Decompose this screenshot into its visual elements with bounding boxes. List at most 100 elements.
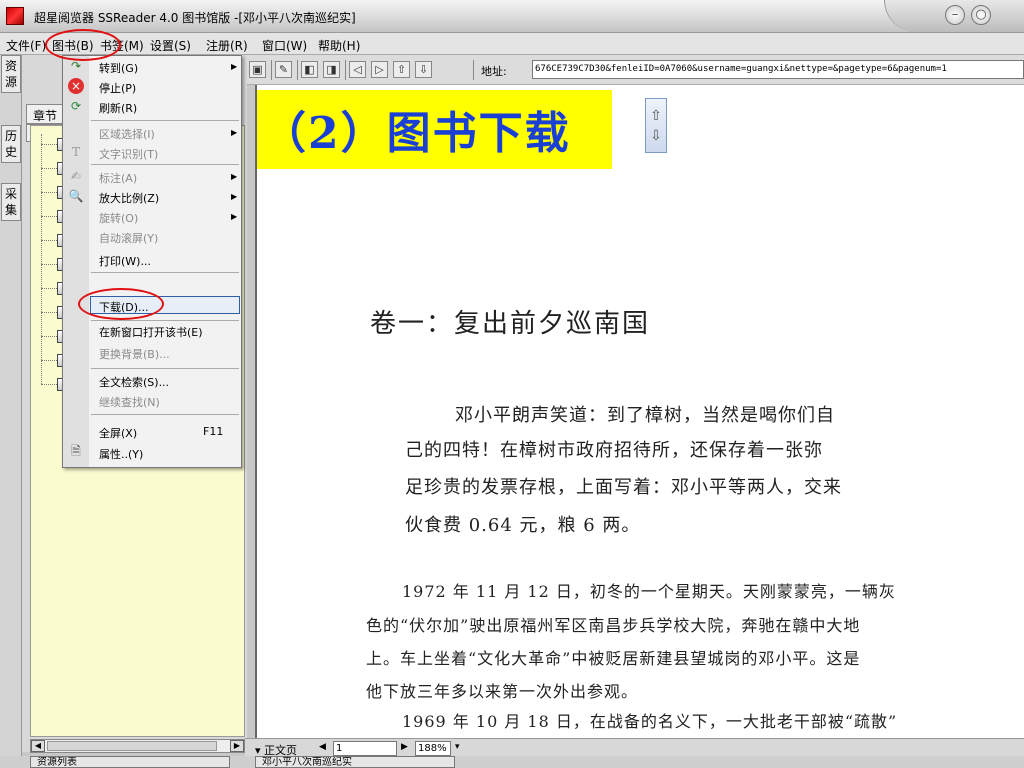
menu-item-region-select[interactable]: 区域选择(I): [99, 126, 155, 142]
address-input[interactable]: 676CE739C7D30&fenleiID=0A7060&username=g…: [532, 60, 1024, 79]
page-up-icon[interactable]: ⇧: [393, 61, 410, 78]
paragraph-line: 伙食费 0.64 元，粮 6 两。: [405, 515, 641, 536]
slide-banner-text: （2）图书下载: [262, 108, 571, 159]
menu-separator: [91, 120, 239, 121]
prev-chapter-icon[interactable]: ◧: [301, 61, 318, 78]
submenu-arrow-icon: ▶: [231, 172, 238, 181]
paragraph-line: 上。车上坐着“文化大革命”中被贬居新建县望城岗的邓小平。这是: [366, 649, 861, 668]
left-vertical-tabs: 资源 历史 采集: [0, 55, 22, 768]
menu-item-annotate[interactable]: 标注(A): [99, 170, 137, 186]
menu-settings[interactable]: 设置(S): [150, 37, 191, 54]
prev-page-icon[interactable]: ◀: [319, 742, 326, 752]
toolbar: ▣ ✎ ◧ ◨ ◁ ▷ ⇧ ⇩ 地址: 676CE739C7D30&fenlei…: [245, 55, 1024, 85]
paragraph-line: 色的“伏尔加”驶出原福州军区南昌步兵学校大院，奔驰在赣中大地: [366, 616, 861, 635]
paragraph-line: 1969 年 10 月 18 日，在战备的名义下，一大批老干部被“疏散”: [402, 712, 898, 731]
address-label: 地址:: [481, 65, 507, 78]
fit-page-icon[interactable]: ▣: [249, 61, 266, 78]
title-bar: 超星阅览器 SSReader 4.0 图书馆版 -[邓小平八次南巡纪实] – ○: [0, 0, 1024, 33]
menu-separator: [91, 164, 239, 165]
resource-list-tab[interactable]: 资源列表: [30, 756, 230, 768]
back-icon[interactable]: ◁: [349, 61, 366, 78]
menu-separator: [91, 414, 239, 415]
menu-item-fullscreen[interactable]: 全屏(X): [99, 425, 137, 441]
page-down-arrow-icon[interactable]: ⇩: [649, 127, 663, 145]
menu-item-change-background[interactable]: 更换背景(B)...: [99, 346, 170, 362]
scroll-right-icon[interactable]: ▶: [230, 740, 244, 752]
scroll-thumb[interactable]: [47, 741, 217, 751]
menu-separator: [91, 368, 239, 369]
bottom-tabs: 资源列表 邓小平八次南巡纪实: [0, 756, 1024, 768]
page-up-arrow-icon[interactable]: ⇧: [649, 107, 663, 125]
paragraph-line: 足珍贵的发票存根，上面写着：邓小平等两人，交来: [405, 477, 842, 498]
tab-resources-label: 资源: [5, 59, 18, 89]
chapter-heading: 卷一：复出前夕巡南国: [370, 309, 651, 339]
menu-window[interactable]: 窗口(W): [262, 37, 307, 54]
menu-item-goto[interactable]: 转到(G): [99, 60, 138, 76]
menu-item-properties[interactable]: 属性..(Y): [99, 446, 143, 462]
annotate-icon: ✍: [70, 169, 82, 183]
highlight-icon[interactable]: ✎: [275, 61, 292, 78]
menu-item-rotate[interactable]: 旋转(O): [99, 210, 138, 226]
menu-separator: [91, 272, 239, 273]
minimize-icon[interactable]: –: [945, 5, 965, 25]
zoom-dropdown-icon[interactable]: ▾: [455, 742, 460, 752]
toolbar-separator: [271, 60, 272, 80]
submenu-arrow-icon: ▶: [231, 128, 238, 137]
menu-item-find-next[interactable]: 继续查找(N): [99, 394, 160, 410]
menu-item-fulltext-search[interactable]: 全文检索(S)...: [99, 374, 169, 390]
menu-icon-gutter: [63, 56, 89, 467]
scroll-left-icon[interactable]: ◀: [31, 740, 45, 752]
menu-file[interactable]: 文件(F): [6, 37, 46, 54]
annotation-circle-book-menu: [45, 29, 121, 61]
app-logo-icon: [6, 7, 24, 25]
menu-item-ocr[interactable]: 文字识别(T): [99, 146, 158, 162]
next-chapter-icon[interactable]: ◨: [323, 61, 340, 78]
next-page-icon[interactable]: ▶: [401, 742, 408, 752]
book-tab[interactable]: 邓小平八次南巡纪实: [255, 756, 455, 768]
window-title: 超星阅览器 SSReader 4.0 图书馆版 -[邓小平八次南巡纪实]: [34, 11, 356, 25]
page-down-icon[interactable]: ⇩: [415, 61, 432, 78]
refresh-icon: ⟳: [70, 99, 82, 113]
status-bar: ▾ 正文页 ◀ 1 ▶ 188% ▾: [245, 738, 1024, 758]
menu-bar: 文件(F) 图书(B) 书签(M) 设置(S) 注册(R) 窗口(W) 帮助(H…: [0, 33, 1024, 55]
tab-collect-label: 采集: [5, 187, 18, 217]
paragraph-line: 己的四特！在樟树市政府招待所，还保存着一张弥: [405, 440, 823, 461]
tab-history[interactable]: 历史: [1, 125, 21, 163]
book-menu-dropdown: ↷ 转到(G) ▶ × 停止(P) ⟳ 刷新(R) 区域选择(I) ▶ T 文字…: [62, 55, 242, 468]
page-number-input[interactable]: 1: [333, 741, 397, 756]
menu-item-refresh[interactable]: 刷新(R): [99, 100, 137, 116]
horizontal-scrollbar[interactable]: ◀ ▶: [30, 739, 245, 753]
properties-icon: 🗎: [71, 444, 81, 458]
menu-help[interactable]: 帮助(H): [318, 37, 360, 54]
menu-item-print[interactable]: 打印(W)...: [99, 253, 151, 269]
window-controls: – ○: [884, 0, 1024, 32]
maximize-icon[interactable]: ○: [971, 5, 991, 25]
menu-item-autoscroll[interactable]: 自动滚屏(Y): [99, 230, 158, 246]
forward-icon[interactable]: ▷: [371, 61, 388, 78]
paragraph-line: 邓小平朗声笑道：到了樟树，当然是喝你们自: [455, 405, 835, 426]
toolbar-separator: [345, 60, 346, 80]
submenu-arrow-icon: ▶: [231, 192, 238, 201]
zoom-icon: 🔍: [68, 189, 84, 203]
submenu-arrow-icon: ▶: [231, 212, 238, 221]
menu-register[interactable]: 注册(R): [206, 37, 248, 54]
menu-item-open-new-window[interactable]: 在新窗口打开该书(E): [99, 324, 203, 340]
annotation-circle-download: [78, 288, 164, 320]
fullscreen-shortcut: F11: [203, 425, 224, 438]
tree-line: [41, 134, 42, 384]
toolbar-separator: [473, 60, 474, 80]
tab-history-label: 历史: [5, 129, 18, 159]
tab-resources[interactable]: 资源: [1, 55, 21, 93]
chapter-tab[interactable]: 章节: [26, 104, 65, 124]
paragraph-line: 1972 年 11 月 12 日，初冬的一个星期天。天刚蒙蒙亮，一辆灰: [402, 582, 896, 601]
menu-item-zoom[interactable]: 放大比例(Z): [99, 190, 159, 206]
stop-icon: ×: [68, 78, 84, 94]
zoom-level[interactable]: 188%: [415, 741, 451, 756]
toolbar-separator: [297, 60, 298, 80]
text-recognition-icon: T: [71, 145, 80, 159]
menu-item-stop[interactable]: 停止(P): [99, 80, 136, 96]
menu-separator: [91, 320, 239, 321]
tab-collect[interactable]: 采集: [1, 183, 21, 221]
submenu-arrow-icon: ▶: [231, 62, 238, 71]
page-navigator: ⇧ ⇩: [645, 98, 667, 153]
